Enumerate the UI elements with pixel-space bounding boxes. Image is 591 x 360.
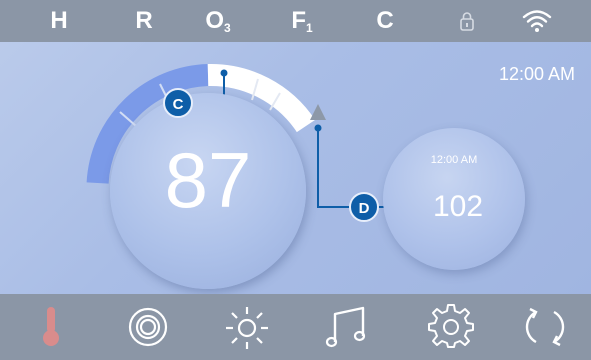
clean-indicator: C bbox=[376, 7, 394, 34]
set-temperature: 102 bbox=[433, 190, 484, 223]
ozone-indicator: O3 bbox=[205, 7, 231, 35]
setpoint-time: 12:00 AM bbox=[430, 154, 478, 166]
jets-icon[interactable] bbox=[125, 304, 171, 350]
music-icon[interactable] bbox=[325, 304, 371, 350]
heater-indicator: H bbox=[50, 7, 68, 34]
setpoint-marker bbox=[310, 104, 326, 120]
filter-indicator: F1 bbox=[291, 7, 313, 35]
thermometer-icon[interactable] bbox=[28, 304, 74, 350]
callout-c-dot bbox=[220, 69, 228, 77]
light-icon[interactable] bbox=[224, 304, 270, 350]
wifi-icon bbox=[522, 10, 552, 32]
lock-icon bbox=[460, 12, 474, 31]
bottom-nav-bar bbox=[0, 294, 591, 360]
callout-d-dot bbox=[314, 124, 322, 132]
status-bar: H R O3 F1 C bbox=[0, 0, 591, 42]
callout-d-line bbox=[317, 128, 352, 208]
cycle-icon[interactable] bbox=[522, 304, 568, 350]
spa-control-screen: H R O3 F1 C 12:00 AM 87 12:00 AM 102 C D bbox=[0, 0, 591, 360]
callout-d: D bbox=[349, 192, 379, 222]
current-temperature: 87 bbox=[164, 136, 252, 224]
settings-icon[interactable] bbox=[428, 304, 474, 350]
callout-c: C bbox=[163, 88, 193, 118]
ready-indicator: R bbox=[135, 7, 153, 34]
